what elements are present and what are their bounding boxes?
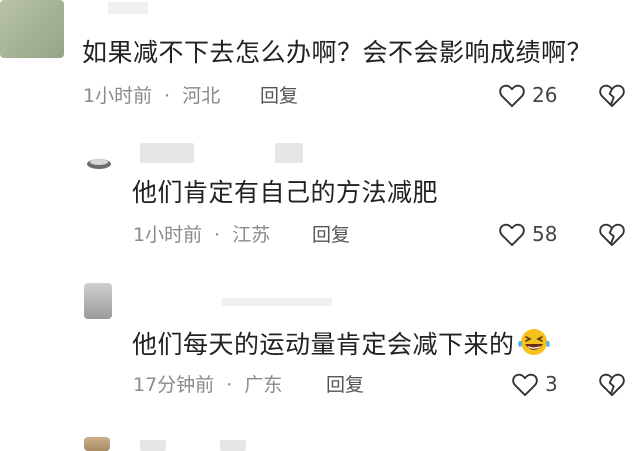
meta-separator: · [214,224,221,246]
comment-text: 他们每天的运动量肯定会减下来的 [132,327,551,364]
avatar[interactable] [84,437,110,451]
comment-text: 如果减不下去怎么办啊？会不会影响成绩啊？ [82,38,593,67]
like-button[interactable]: 58 [498,221,557,247]
dislike-button[interactable] [598,371,626,401]
username-blurred [140,143,194,163]
username-blurred [275,143,303,163]
reply-button[interactable]: 回复 [312,223,350,247]
dislike-button[interactable] [598,221,626,251]
username-blurred [108,2,148,14]
comment-meta: 1小时前 · 江苏 [133,223,270,247]
reply-button[interactable]: 回复 [326,373,364,397]
comment-meta: 1小时前 · 河北 [83,84,220,108]
like-count: 58 [532,222,558,246]
username-blurred [222,298,332,306]
broken-heart-icon [599,84,625,108]
avatar-image [87,159,111,169]
meta-separator: · [164,85,171,107]
like-count: 3 [545,372,558,396]
comment-time: 1小时前 [133,224,203,246]
comment-location: 河北 [182,85,221,107]
laughing-tears-emoji [517,327,551,364]
username-blurred [220,440,246,451]
reply-button[interactable]: 回复 [260,84,298,108]
comment-text: 他们肯定有自己的方法减肥 [132,178,439,207]
heart-outline-icon [499,84,525,108]
comment-meta: 17分钟前 · 广东 [133,373,282,397]
broken-heart-icon [599,223,625,247]
heart-outline-icon [499,223,525,247]
comment-text-content: 他们每天的运动量肯定会减下来的 [132,330,515,359]
meta-separator: · [226,374,233,396]
comment-location: 广东 [244,374,283,396]
comment-list: 如果减不下去怎么办啊？会不会影响成绩啊？ 1小时前 · 河北 回复 26 他们肯… [0,0,640,451]
like-button[interactable]: 3 [511,371,558,397]
avatar[interactable] [84,144,114,172]
avatar[interactable] [0,0,64,58]
avatar[interactable] [84,283,112,319]
comment-location: 江苏 [232,224,271,246]
dislike-button[interactable] [598,82,626,112]
like-button[interactable]: 26 [498,82,557,108]
comment-time: 17分钟前 [133,374,215,396]
broken-heart-icon [599,373,625,397]
username-blurred [140,440,166,451]
heart-outline-icon [512,373,538,397]
comment-time: 1小时前 [83,85,153,107]
like-count: 26 [532,83,558,107]
